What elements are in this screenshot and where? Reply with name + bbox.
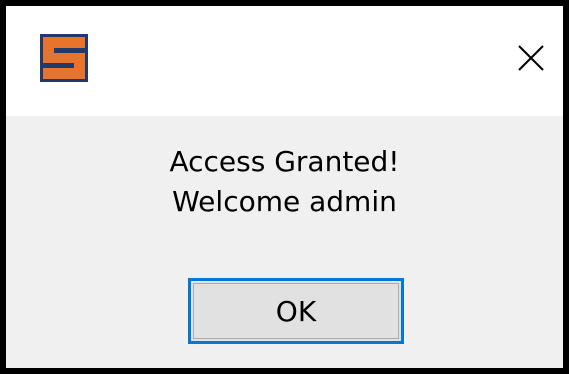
ok-button[interactable]: OK (188, 278, 404, 344)
message-line-2: Welcome admin (172, 185, 397, 218)
message-line-1: Access Granted! (169, 145, 400, 178)
title-bar (6, 6, 563, 116)
message-dialog: Access Granted! Welcome admin OK (0, 0, 569, 374)
app-logo-icon (40, 34, 88, 82)
ok-button-label: OK (275, 294, 317, 328)
dialog-message: Access Granted! Welcome admin (6, 142, 563, 222)
close-icon[interactable] (515, 42, 547, 74)
